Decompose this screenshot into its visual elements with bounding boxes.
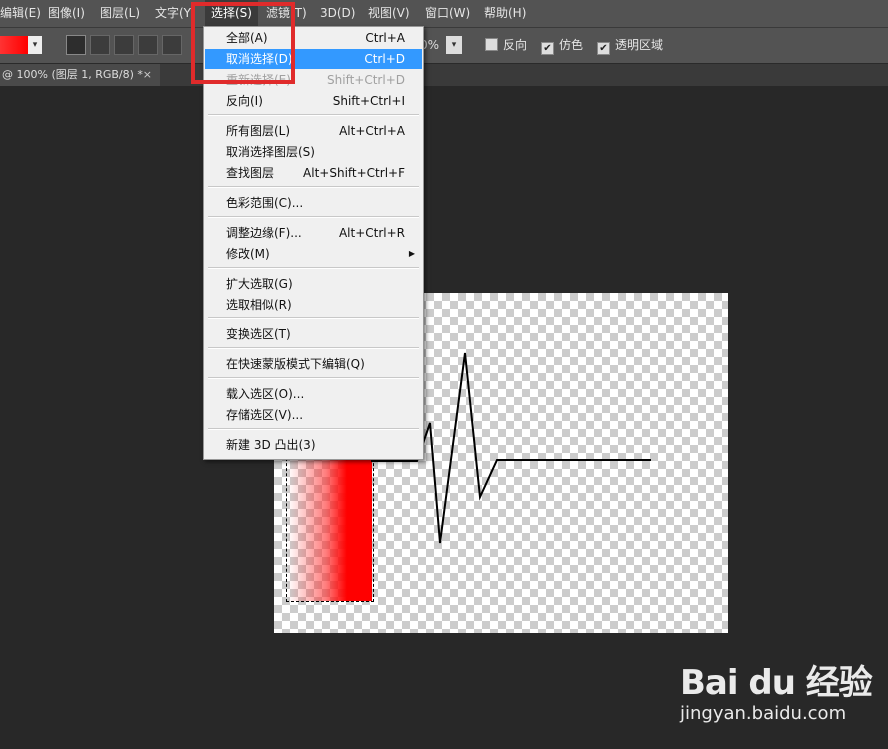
- reflected-gradient-button[interactable]: [138, 35, 158, 55]
- menu-item-transform-selection[interactable]: 变换选区(T): [205, 324, 422, 344]
- close-icon[interactable]: ×: [143, 64, 152, 86]
- menu-item-new-3d-extrusion[interactable]: 新建 3D 凸出(3): [205, 435, 422, 455]
- annotation-highlight-box: [191, 2, 295, 84]
- angle-gradient-button[interactable]: [114, 35, 134, 55]
- menu-image[interactable]: 图像(I): [42, 0, 91, 27]
- menu-layer[interactable]: 图层(L): [94, 0, 146, 27]
- menu-item-color-range[interactable]: 色彩范围(C)...: [205, 193, 422, 213]
- menu-view[interactable]: 视图(V): [362, 0, 416, 27]
- menu-item-find-layers[interactable]: 查找图层 Alt+Shift+Ctrl+F: [205, 163, 422, 183]
- opacity-dropdown[interactable]: ▾: [446, 36, 462, 54]
- menu-item-grow[interactable]: 扩大选取(G): [205, 274, 422, 294]
- options-bar: ▾ 0% ▾ 反向 ✔ 仿色 ✔ 透明区域: [0, 28, 888, 64]
- menu-separator: [208, 114, 419, 116]
- gradient-preview[interactable]: [0, 36, 28, 54]
- gradient-picker-dropdown[interactable]: ▾: [28, 36, 42, 54]
- menu-item-refine-edge[interactable]: 调整边缘(F)... Alt+Ctrl+R: [205, 223, 422, 243]
- radial-gradient-button[interactable]: [90, 35, 110, 55]
- checkbox-box[interactable]: [485, 38, 498, 51]
- menu-item-modify[interactable]: 修改(M) ▶: [205, 244, 422, 264]
- menu-separator: [208, 186, 419, 188]
- baidu-watermark: Bai du 经验 jingyan.baidu.com: [680, 655, 880, 735]
- watermark-url: jingyan.baidu.com: [680, 703, 847, 724]
- menu-separator: [208, 377, 419, 379]
- dither-label: 仿色: [559, 38, 584, 52]
- menu-separator: [208, 347, 419, 349]
- menu-item-quick-mask[interactable]: 在快速蒙版模式下编辑(Q): [205, 354, 422, 374]
- menu-separator: [208, 428, 419, 430]
- document-tab[interactable]: @ 100% (图层 1, RGB/8) * ×: [0, 64, 160, 86]
- menu-item-all-layers[interactable]: 所有图层(L) Alt+Ctrl+A: [205, 121, 422, 141]
- menu-3d[interactable]: 3D(D): [314, 0, 361, 27]
- menu-edit[interactable]: 编辑(E): [0, 0, 47, 27]
- menu-separator: [208, 317, 419, 319]
- dither-checkbox[interactable]: ✔ 仿色: [541, 37, 584, 55]
- baidu-logo: Bai du 经验: [680, 663, 873, 703]
- menu-item-similar[interactable]: 选取相似(R): [205, 295, 422, 315]
- checkbox-box[interactable]: ✔: [541, 42, 554, 55]
- menu-item-inverse[interactable]: 反向(I) Shift+Ctrl+I: [205, 91, 422, 111]
- menu-separator: [208, 267, 419, 269]
- transparency-label: 透明区域: [615, 38, 664, 52]
- linear-gradient-button[interactable]: [66, 35, 86, 55]
- transparency-checkbox[interactable]: ✔ 透明区域: [597, 37, 664, 55]
- select-menu-dropdown: 全部(A) Ctrl+A 取消选择(D) Ctrl+D 重新选择(E) Shift+C…: [203, 26, 424, 460]
- submenu-arrow-icon: ▶: [408, 249, 415, 258]
- reverse-checkbox[interactable]: 反向: [485, 37, 527, 53]
- menu-item-deselect-layers[interactable]: 取消选择图层(S): [205, 142, 422, 162]
- reverse-label: 反向: [503, 38, 528, 52]
- menu-help[interactable]: 帮助(H): [478, 0, 532, 27]
- menu-separator: [208, 216, 419, 218]
- menu-bar: 编辑(E) 图像(I) 图层(L) 文字(Y) 选择(S) 滤镜(T) 3D(D…: [0, 0, 888, 28]
- menu-window[interactable]: 窗口(W): [419, 0, 476, 27]
- checkbox-box[interactable]: ✔: [597, 42, 610, 55]
- document-tab-label: @ 100% (图层 1, RGB/8) *: [2, 68, 143, 81]
- document-tab-bar: @ 100% (图层 1, RGB/8) * ×: [0, 64, 888, 86]
- diamond-gradient-button[interactable]: [162, 35, 182, 55]
- menu-item-load-selection[interactable]: 载入选区(O)...: [205, 384, 422, 404]
- menu-item-save-selection[interactable]: 存储选区(V)...: [205, 405, 422, 425]
